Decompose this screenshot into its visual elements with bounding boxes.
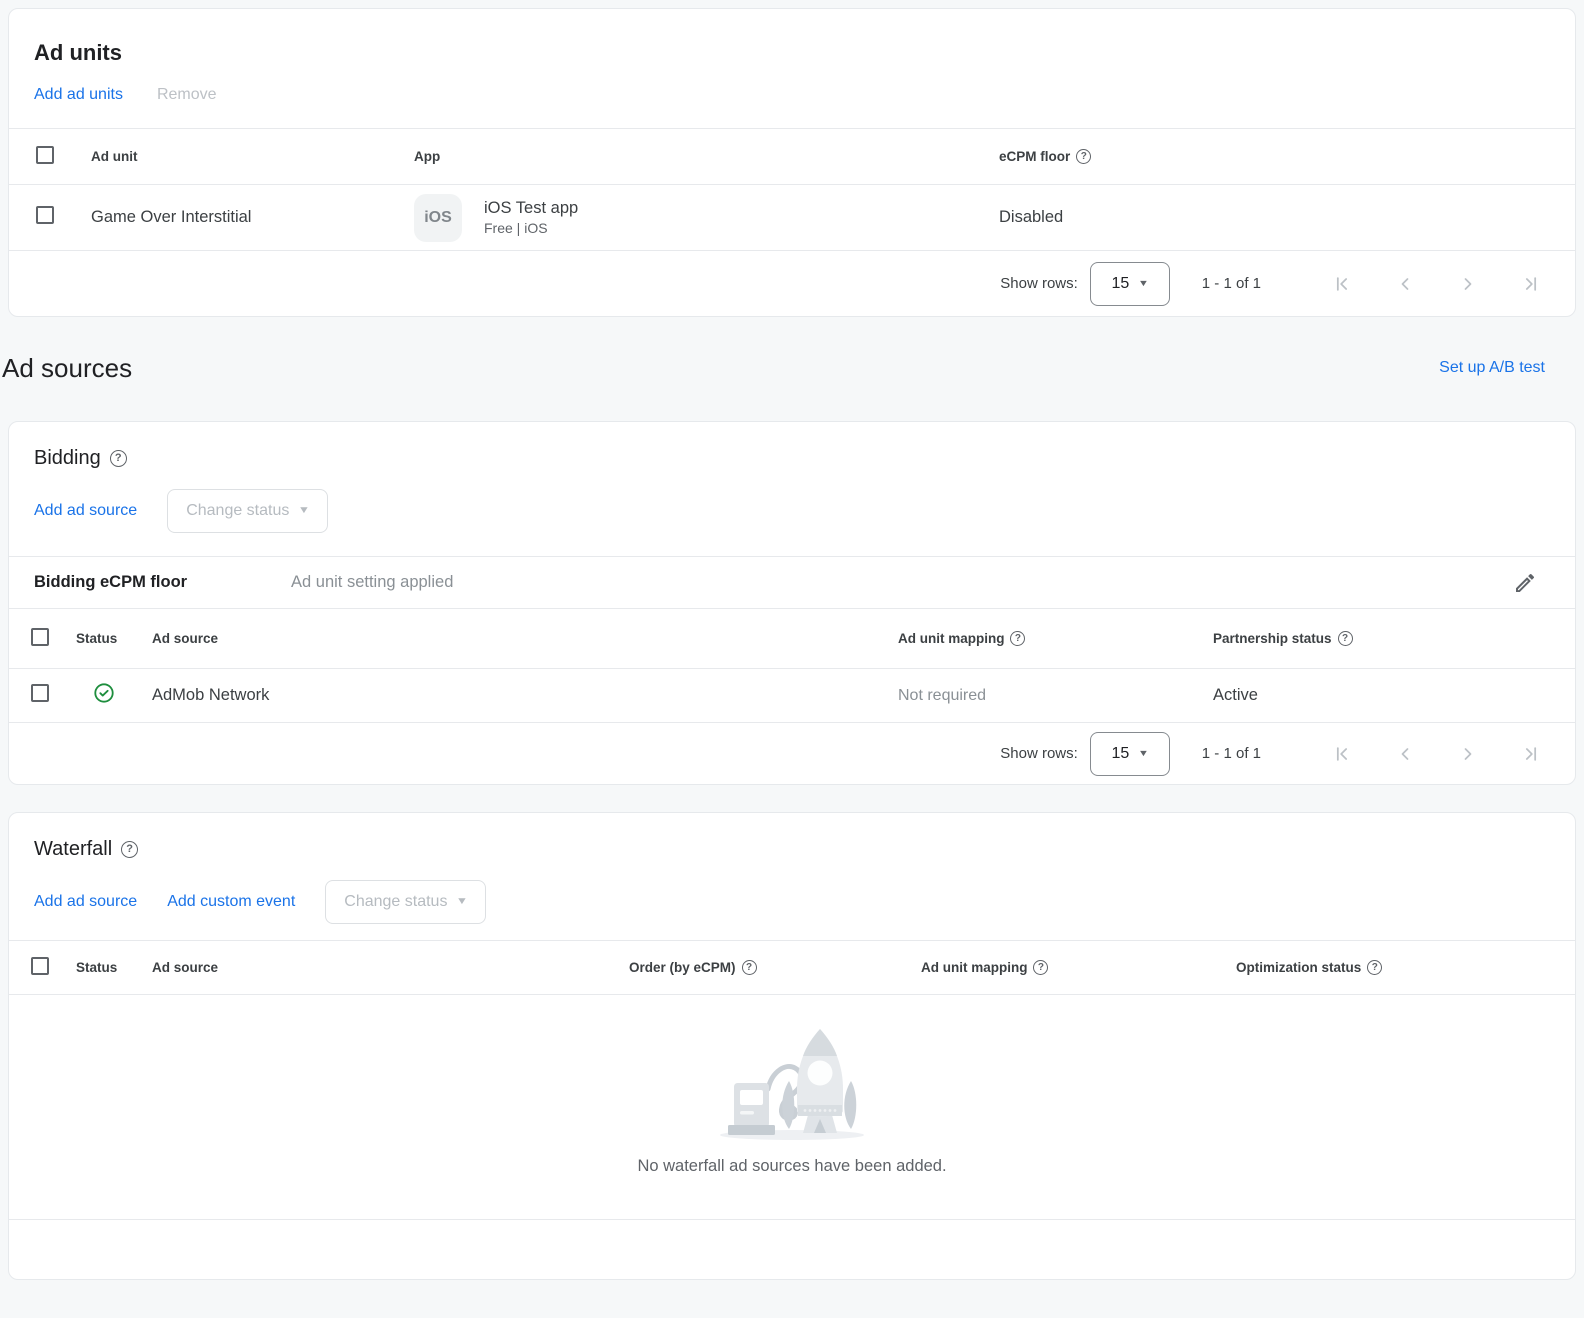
app-name: iOS Test app bbox=[484, 197, 578, 219]
rows-per-page-select[interactable]: 15 ▼ bbox=[1090, 262, 1170, 306]
setup-ab-test-link[interactable]: Set up A/B test bbox=[1439, 359, 1545, 377]
rocket-fuel-pump-illustration bbox=[716, 1023, 868, 1143]
bidding-title: Bidding bbox=[34, 444, 101, 472]
add-custom-event-button[interactable]: Add custom event bbox=[167, 893, 295, 911]
help-icon[interactable]: ? bbox=[1367, 960, 1382, 975]
bidding-add-ad-source-button[interactable]: Add ad source bbox=[34, 502, 137, 520]
ad-unit-mapping-value: Not required bbox=[890, 687, 1205, 705]
ad-sources-section-header: Ad sources Set up A/B test bbox=[0, 352, 1584, 384]
ad-source-column-header: Ad source bbox=[144, 631, 890, 646]
ad-unit-mapping-column-header: Ad unit mapping bbox=[898, 631, 1004, 646]
status-column-header: Status bbox=[68, 631, 144, 646]
ecpm-floor-value: Disabled bbox=[999, 208, 1575, 227]
row-checkbox[interactable] bbox=[36, 206, 54, 224]
chevron-down-icon: ▼ bbox=[1138, 279, 1149, 288]
help-icon[interactable]: ? bbox=[110, 450, 127, 467]
chevron-down-icon: ▼ bbox=[1138, 749, 1149, 758]
waterfall-title: Waterfall bbox=[34, 835, 112, 863]
waterfall-footer bbox=[9, 1219, 1575, 1279]
rows-per-page-select[interactable]: 15 ▼ bbox=[1090, 732, 1170, 776]
app-meta: Free | iOS bbox=[484, 219, 578, 238]
help-icon[interactable]: ? bbox=[1010, 631, 1025, 646]
show-rows-label: Show rows: bbox=[1000, 275, 1078, 292]
select-all-checkbox[interactable] bbox=[36, 146, 54, 164]
waterfall-add-ad-source-button[interactable]: Add ad source bbox=[34, 893, 137, 911]
waterfall-empty-message: No waterfall ad sources have been added. bbox=[637, 1157, 946, 1176]
help-icon[interactable]: ? bbox=[1033, 960, 1048, 975]
ecpm-floor-column-header: eCPM floor bbox=[999, 149, 1070, 164]
optimization-status-column-header: Optimization status bbox=[1236, 960, 1361, 975]
last-page-button[interactable] bbox=[1521, 274, 1541, 294]
page-range-label: 1 - 1 of 1 bbox=[1202, 275, 1261, 292]
chevron-down-icon: ▼ bbox=[456, 897, 468, 907]
ad-units-table-header: Ad unit App eCPM floor ? bbox=[9, 128, 1575, 184]
page-range-label: 1 - 1 of 1 bbox=[1202, 745, 1261, 762]
ad-units-card: Ad units Add ad units Remove Ad unit App… bbox=[8, 8, 1576, 317]
partnership-status-column-header: Partnership status bbox=[1213, 631, 1332, 646]
first-page-button[interactable] bbox=[1332, 274, 1352, 294]
ad-unit-table-row[interactable]: Game Over Interstitial iOS iOS Test app … bbox=[9, 184, 1575, 250]
edit-pencil-icon[interactable] bbox=[1513, 571, 1537, 595]
ios-app-icon: iOS bbox=[414, 194, 462, 242]
waterfall-change-status-button[interactable]: Change status ▼ bbox=[325, 880, 486, 924]
add-ad-units-button[interactable]: Add ad units bbox=[34, 86, 123, 104]
bidding-table-header: Status Ad source Ad unit mapping ? Partn… bbox=[9, 608, 1575, 668]
first-page-button[interactable] bbox=[1332, 744, 1352, 764]
next-page-button[interactable] bbox=[1458, 744, 1478, 764]
waterfall-empty-state: No waterfall ad sources have been added. bbox=[9, 994, 1575, 1219]
select-all-checkbox[interactable] bbox=[31, 628, 49, 646]
remove-button: Remove bbox=[157, 86, 217, 104]
previous-page-button[interactable] bbox=[1395, 744, 1415, 764]
show-rows-label: Show rows: bbox=[1000, 745, 1078, 762]
bidding-table-row[interactable]: AdMob Network Not required Active bbox=[9, 668, 1575, 722]
bidding-ecpm-floor-row: Bidding eCPM floor Ad unit setting appli… bbox=[9, 556, 1575, 608]
help-icon[interactable]: ? bbox=[1338, 631, 1353, 646]
app-column-header: App bbox=[414, 149, 999, 164]
bidding-ecpm-floor-label: Bidding eCPM floor bbox=[9, 573, 291, 592]
status-column-header: Status bbox=[68, 960, 144, 975]
ad-sources-title: Ad sources bbox=[2, 352, 132, 384]
help-icon[interactable]: ? bbox=[121, 841, 138, 858]
partnership-status-value: Active bbox=[1205, 686, 1575, 705]
bidding-pagination: Show rows: 15 ▼ 1 - 1 of 1 bbox=[9, 722, 1575, 784]
chevron-down-icon: ▼ bbox=[298, 506, 310, 516]
order-column-header: Order (by eCPM) bbox=[629, 960, 736, 975]
bidding-ecpm-floor-value: Ad unit setting applied bbox=[291, 573, 453, 592]
ad-source-name: AdMob Network bbox=[144, 686, 890, 705]
waterfall-card: Waterfall ? Add ad source Add custom eve… bbox=[8, 812, 1576, 1280]
waterfall-table-header: Status Ad source Order (by eCPM) ? Ad un… bbox=[9, 940, 1575, 994]
active-status-icon bbox=[93, 682, 115, 704]
ad-units-title: Ad units bbox=[9, 9, 1575, 67]
bidding-change-status-button[interactable]: Change status ▼ bbox=[167, 489, 328, 533]
last-page-button[interactable] bbox=[1521, 744, 1541, 764]
ad-unit-column-header: Ad unit bbox=[91, 149, 414, 164]
row-checkbox[interactable] bbox=[31, 684, 49, 702]
help-icon[interactable]: ? bbox=[742, 960, 757, 975]
ad-unit-mapping-column-header: Ad unit mapping bbox=[921, 960, 1027, 975]
ad-source-column-header: Ad source bbox=[144, 960, 621, 975]
select-all-checkbox[interactable] bbox=[31, 957, 49, 975]
ad-units-pagination: Show rows: 15 ▼ 1 - 1 of 1 bbox=[9, 250, 1575, 316]
ad-unit-name: Game Over Interstitial bbox=[91, 208, 414, 227]
help-icon[interactable]: ? bbox=[1076, 149, 1091, 164]
bidding-card: Bidding ? Add ad source Change status ▼ … bbox=[8, 421, 1576, 785]
next-page-button[interactable] bbox=[1458, 274, 1478, 294]
previous-page-button[interactable] bbox=[1395, 274, 1415, 294]
